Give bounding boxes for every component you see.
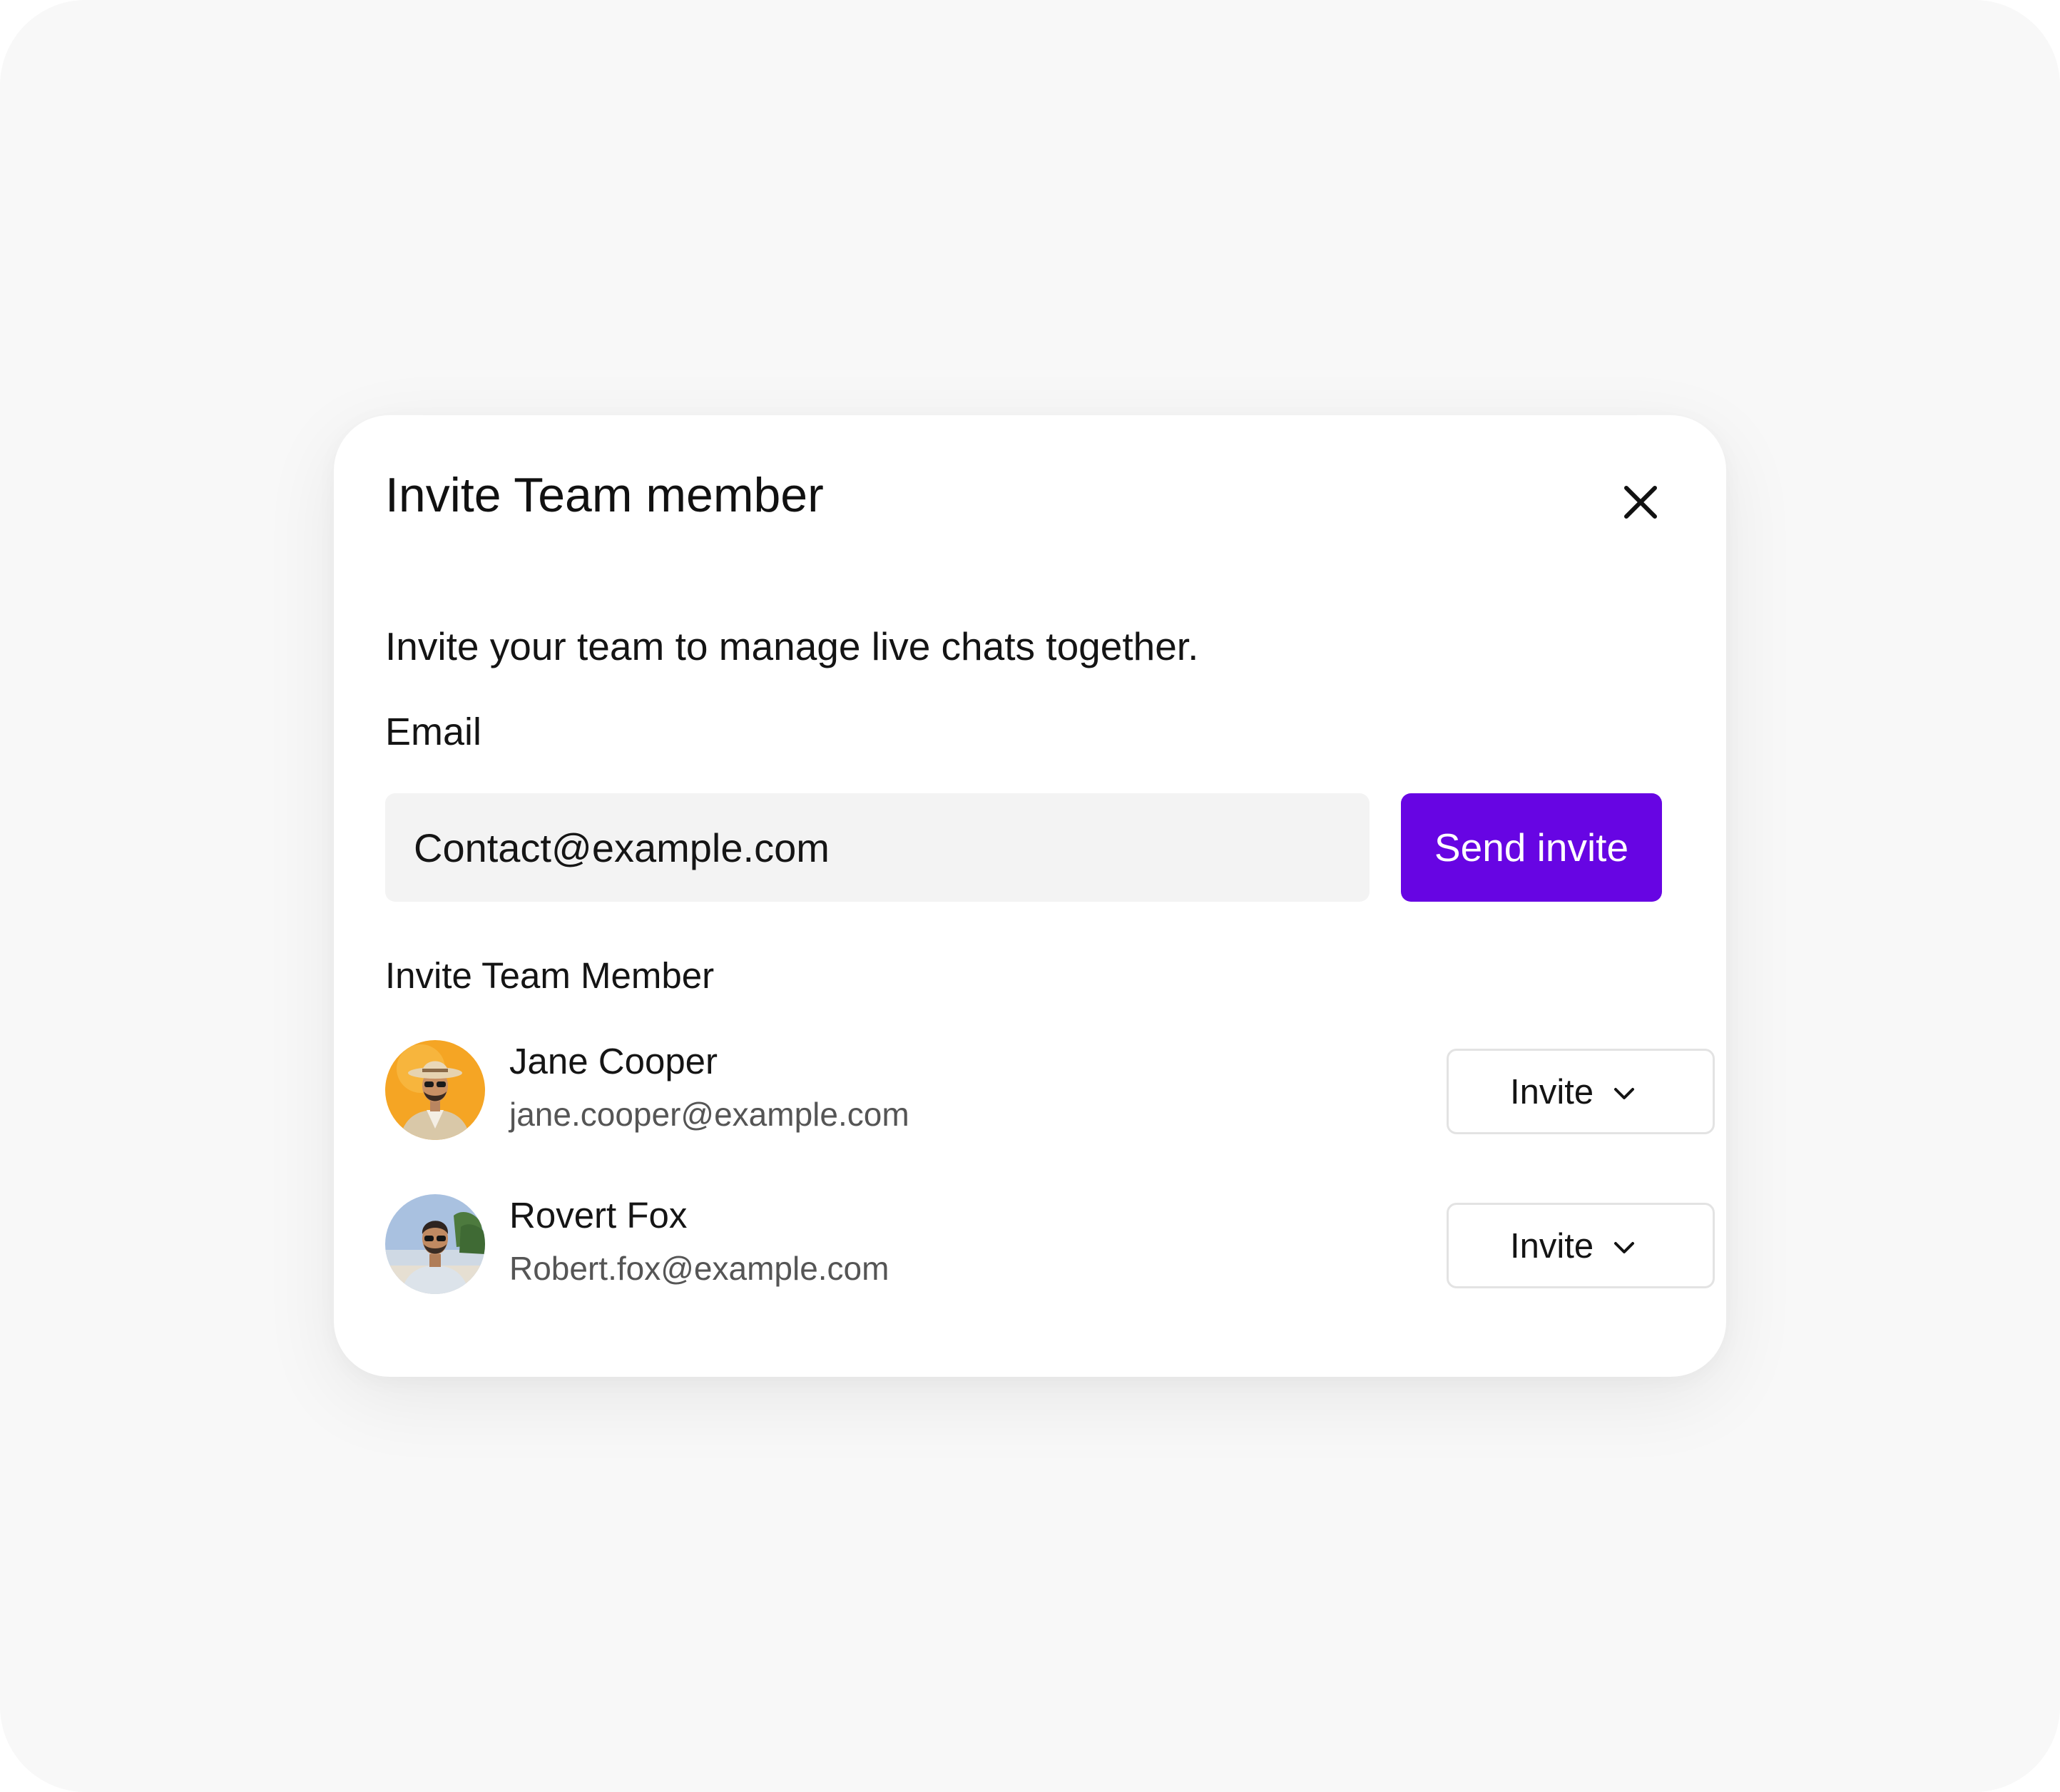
modal-subtitle: Invite your team to manage live chats to… bbox=[385, 624, 1199, 668]
invite-label: Invite bbox=[1510, 1227, 1594, 1266]
member-row: Jane Cooper jane.cooper@example.com Invi… bbox=[385, 1040, 1715, 1141]
invite-team-member-heading: Invite Team Member bbox=[385, 955, 715, 996]
invite-dropdown-button[interactable]: Invite bbox=[1447, 1203, 1715, 1288]
chevron-down-icon bbox=[1610, 1233, 1638, 1262]
avatar bbox=[385, 1194, 485, 1294]
member-name: Rovert Fox bbox=[509, 1195, 688, 1236]
avatar bbox=[385, 1040, 485, 1140]
invite-label: Invite bbox=[1510, 1073, 1594, 1111]
page-background: Invite Team member Invite your team to m… bbox=[0, 0, 2060, 1792]
avatar-photo bbox=[385, 1040, 485, 1140]
email-input[interactable] bbox=[385, 793, 1370, 902]
member-row: Rovert Fox Robert.fox@example.com Invite bbox=[385, 1194, 1715, 1295]
close-icon bbox=[1624, 486, 1657, 519]
avatar-photo bbox=[385, 1194, 485, 1294]
invite-team-modal: Invite Team member Invite your team to m… bbox=[334, 415, 1726, 1377]
member-email: jane.cooper@example.com bbox=[509, 1096, 909, 1133]
send-invite-button[interactable]: Send invite bbox=[1401, 793, 1662, 902]
member-email: Robert.fox@example.com bbox=[509, 1250, 889, 1287]
modal-title: Invite Team member bbox=[385, 468, 824, 522]
close-button[interactable] bbox=[1619, 481, 1662, 524]
invite-dropdown-button[interactable]: Invite bbox=[1447, 1049, 1715, 1134]
chevron-down-icon bbox=[1610, 1079, 1638, 1108]
member-name: Jane Cooper bbox=[509, 1041, 718, 1081]
email-label: Email bbox=[385, 711, 482, 753]
